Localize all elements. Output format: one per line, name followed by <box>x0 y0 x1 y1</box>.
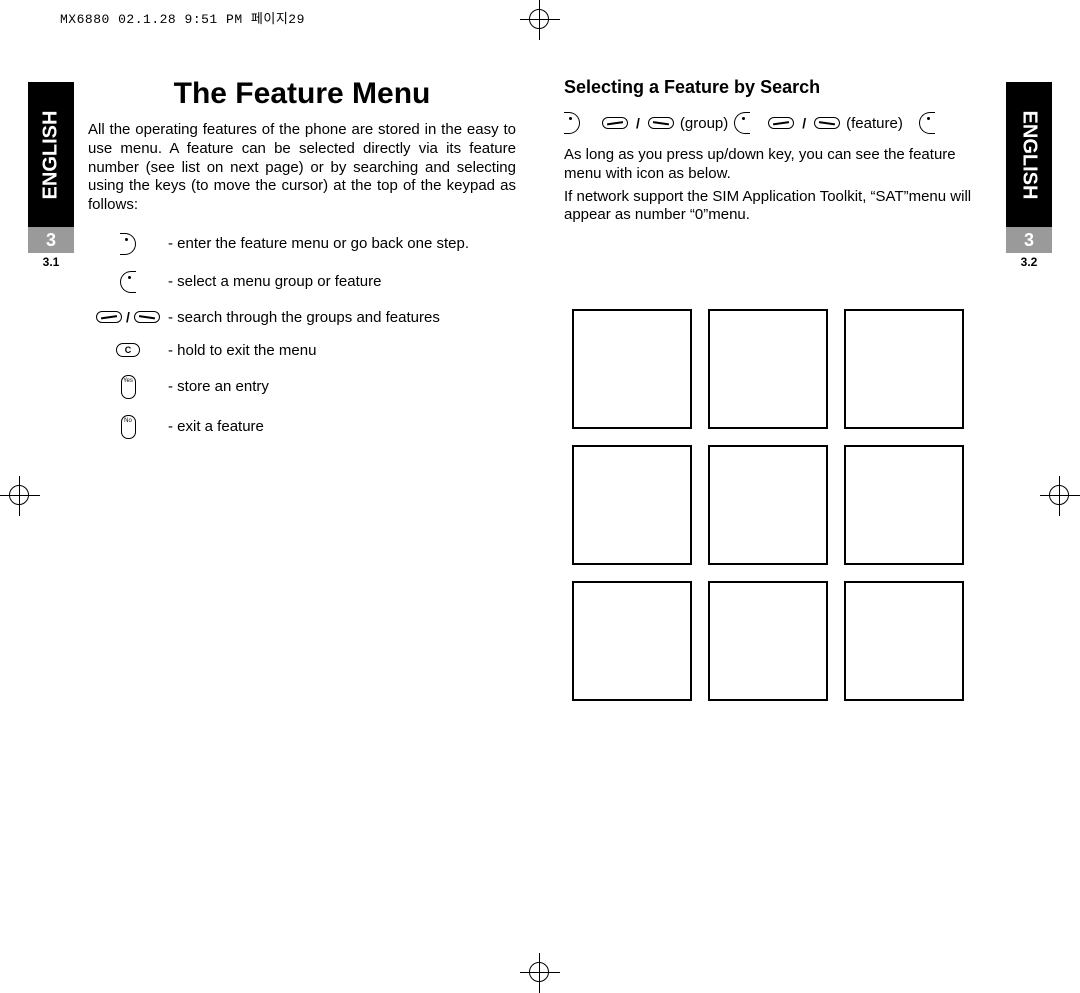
key-desc: - select a menu group or feature <box>168 273 516 290</box>
down-key-icon <box>648 117 674 129</box>
yes-key-icon: Yes <box>121 375 136 399</box>
chapter-number-left: 3 <box>28 227 74 253</box>
feature-icon-cell <box>572 581 692 701</box>
right-column: Selecting a Feature by Search / (group) … <box>564 77 992 243</box>
feature-icon-cell <box>844 445 964 565</box>
feature-icon-cell <box>572 445 692 565</box>
key-row: Yes - store an entry <box>88 375 516 399</box>
side-key-left-icon <box>120 233 136 255</box>
language-label: ENGLISH <box>1018 110 1041 199</box>
page-left: ENGLISH 3 3.1 The Feature Menu All the o… <box>28 42 528 947</box>
side-key-right-icon <box>734 112 750 134</box>
key-row: C - hold to exit the menu <box>88 342 516 359</box>
language-label: ENGLISH <box>40 110 63 199</box>
page-right: ENGLISH 3 3.2 Selecting a Feature by Sea… <box>552 42 1052 947</box>
feature-icon-grid <box>572 309 970 701</box>
slash-icon: / <box>124 309 132 325</box>
crop-mark-bottom <box>520 953 560 993</box>
intro-paragraph: All the operating features of the phone … <box>88 121 516 215</box>
left-column: The Feature Menu All the operating featu… <box>88 77 516 455</box>
up-key-icon <box>96 311 122 323</box>
key-row: No - exit a feature <box>88 415 516 439</box>
key-row: / - search through the groups and featur… <box>88 309 516 326</box>
seq-feature-label: (feature) <box>846 115 903 132</box>
up-key-icon <box>768 117 794 129</box>
key-desc: - hold to exit the menu <box>168 342 516 359</box>
feature-icon-cell <box>844 309 964 429</box>
key-row: - select a menu group or feature <box>88 271 516 293</box>
slash-icon: / <box>800 115 808 131</box>
c-key-icon: C <box>116 343 140 357</box>
feature-icon-cell <box>708 445 828 565</box>
feature-icon-cell <box>708 309 828 429</box>
up-key-icon <box>602 117 628 129</box>
seq-group-label: (group) <box>680 115 728 132</box>
print-header-stamp: MX6880 02.1.28 9:51 PM 페이지29 <box>60 8 305 27</box>
key-desc: - search through the groups and features <box>168 309 516 326</box>
chapter-number-right: 3 <box>1006 227 1052 253</box>
language-tab-left: ENGLISH <box>28 82 74 227</box>
down-key-icon <box>814 117 840 129</box>
feature-icon-cell <box>572 309 692 429</box>
feature-icon-cell <box>844 581 964 701</box>
para-updown: As long as you press up/down key, you ca… <box>564 146 992 184</box>
key-row: - enter the feature menu or go back one … <box>88 233 516 255</box>
sub-section-right: 3.2 <box>1006 255 1052 269</box>
key-desc: - store an entry <box>168 378 516 395</box>
para-sat: If network support the SIM Application T… <box>564 188 992 226</box>
side-key-right-icon <box>919 112 935 134</box>
slash-icon: / <box>634 115 642 131</box>
section-subtitle: Selecting a Feature by Search <box>564 77 992 98</box>
no-key-icon: No <box>121 415 136 439</box>
key-sequence-line: / (group) / (feature) <box>564 112 992 134</box>
page-title: The Feature Menu <box>88 77 516 111</box>
side-key-left-icon <box>564 112 580 134</box>
sub-section-left: 3.1 <box>28 255 74 269</box>
key-desc: - enter the feature menu or go back one … <box>168 235 516 252</box>
key-description-list: - enter the feature menu or go back one … <box>88 233 516 439</box>
language-tab-right: ENGLISH <box>1006 82 1052 227</box>
crop-mark-top <box>520 0 560 40</box>
key-desc: - exit a feature <box>168 418 516 435</box>
feature-icon-cell <box>708 581 828 701</box>
side-key-right-icon <box>120 271 136 293</box>
down-key-icon <box>134 311 160 323</box>
